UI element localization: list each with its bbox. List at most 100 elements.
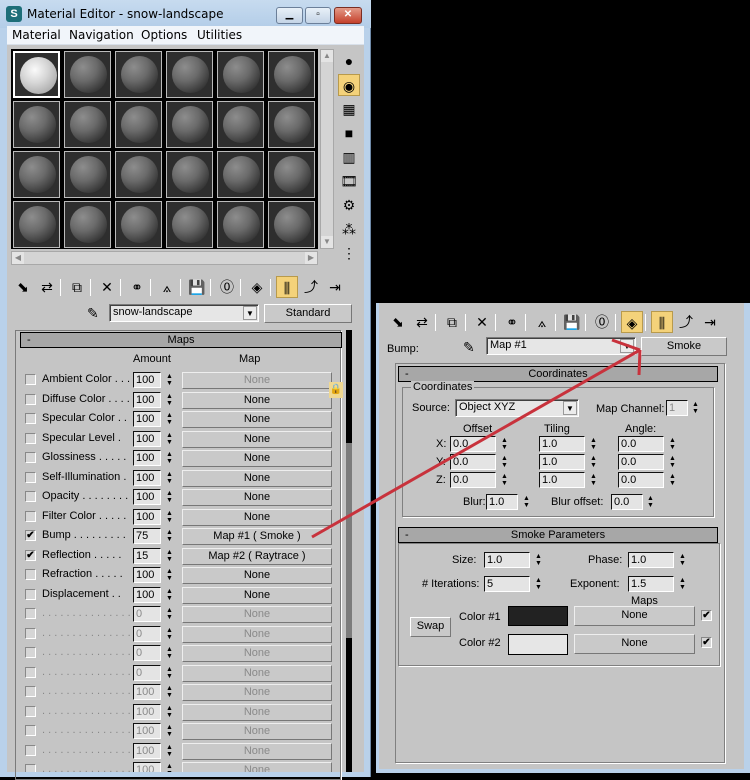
spinner-icon[interactable]: ▲ ▼ [165,763,174,772]
spinner-icon[interactable]: ▲ ▼ [165,412,174,427]
map-button[interactable]: Map #2 ( Raytrace ) [182,547,332,565]
map-enable-checkbox[interactable] [25,393,36,405]
sample-slot[interactable] [217,101,264,148]
menu-navigation[interactable]: Navigation [69,28,134,42]
close-button[interactable]: ✕ [334,7,362,24]
color1-map-button[interactable]: None [574,606,695,626]
map-button[interactable]: None [182,391,332,409]
assign-to-selection-icon[interactable]: ⧉ [66,276,88,298]
chevron-down-icon[interactable]: ▼ [243,306,257,320]
amount-field[interactable]: 100 [133,372,161,388]
sample-type-sphere-icon[interactable]: ● [338,50,360,72]
amount-field[interactable]: 0 [133,606,161,622]
sample-slot[interactable] [115,51,162,98]
spinner-icon[interactable]: ▲ ▼ [165,549,174,564]
map-enable-checkbox[interactable] [25,471,36,483]
color1-swatch[interactable] [508,606,568,626]
map-enable-checkbox[interactable]: ✔ [25,549,36,561]
video-color-check-icon[interactable]: ▥ [338,146,360,168]
spinner-icon[interactable]: ▲ ▼ [165,666,174,681]
spinner-icon[interactable]: ▲ ▼ [165,588,174,603]
map-button[interactable]: None [182,489,332,506]
sample-slot[interactable] [166,51,213,98]
amount-field[interactable]: 100 [133,508,161,525]
map-enable-checkbox[interactable] [25,705,36,717]
spinner-icon[interactable]: ▲ ▼ [522,495,531,510]
make-copy-icon[interactable]: ⚭ [501,311,523,333]
map-button[interactable]: None [182,430,332,448]
assign-to-selection-icon[interactable]: ⧉ [441,311,463,333]
eyedropper-icon[interactable]: ✎ [463,339,475,356]
sample-slot[interactable] [13,51,60,98]
map-enable-checkbox[interactable] [25,413,36,424]
map-enable-checkbox[interactable] [25,374,36,385]
sample-slot[interactable] [13,151,60,198]
map-button[interactable]: None [182,450,332,467]
spinner-icon[interactable]: ▲ ▼ [165,627,174,642]
sample-slot[interactable] [115,151,162,198]
scroll-right-icon[interactable]: ▶ [305,252,317,264]
map-button[interactable]: None [182,703,332,721]
spinner-icon[interactable]: ▲ ▼ [500,437,509,452]
map-enable-checkbox[interactable] [25,588,36,600]
amount-field[interactable]: 100 [133,430,161,447]
map-enable-checkbox[interactable]: ✔ [25,530,36,541]
sample-slot[interactable] [166,151,213,198]
spinner-icon[interactable]: ▲ ▼ [678,553,687,568]
spinner-icon[interactable]: ▲ ▼ [678,577,687,592]
map-enable-checkbox[interactable] [25,569,36,580]
smoke-rollout-header[interactable]: - Smoke Parameters [398,527,718,543]
map-enable-checkbox[interactable] [25,647,36,658]
map-type-button[interactable]: Smoke [641,337,727,356]
scroll-down-icon[interactable]: ▼ [321,236,333,248]
sample-slot[interactable] [217,151,264,198]
map-enable-checkbox[interactable] [25,491,36,502]
sample-uv-tiling-icon[interactable]: ■ [338,122,360,144]
amount-field[interactable]: 100 [133,586,161,603]
amount-field[interactable]: 100 [133,411,161,427]
sample-slot[interactable] [268,201,315,248]
color2-map-button[interactable]: None [574,634,695,654]
maps-rollout-header[interactable]: - Maps [20,332,342,348]
reset-map-icon[interactable]: ✕ [471,311,493,333]
panel-scrollbar-track[interactable] [346,330,352,772]
map-enable-checkbox[interactable] [25,686,36,697]
go-to-parent-icon[interactable]: ⤴ [300,276,322,298]
spinner-icon[interactable]: ▲ ▼ [165,432,174,447]
spinner-icon[interactable]: ▲ ▼ [165,724,174,739]
spinner-icon[interactable]: ▲ ▼ [165,490,174,505]
map-channel-field[interactable]: 1 [666,400,688,416]
sample-slot[interactable] [13,101,60,148]
spinner-icon[interactable]: ▲ ▼ [534,553,543,568]
map-button[interactable]: Map #1 ( Smoke ) [182,528,332,545]
map-enable-checkbox[interactable] [25,744,36,756]
sample-slot[interactable] [166,201,213,248]
source-combo[interactable]: Object XYZ ▼ [455,399,579,417]
sample-grid-horizontal-scrollbar[interactable]: ◀ ▶ [11,251,318,265]
map-enable-checkbox[interactable] [25,627,36,639]
map-enable-checkbox[interactable] [25,666,36,678]
amount-field[interactable]: 100 [133,762,161,772]
axis-offset-field[interactable]: 0.0 [450,472,496,488]
map-button[interactable]: None [182,664,332,682]
spinner-icon[interactable]: ▲ ▼ [165,607,174,622]
spinner-icon[interactable]: ▲ ▼ [589,473,598,488]
color2-swatch[interactable] [508,634,568,655]
scroll-up-icon[interactable]: ▲ [321,50,333,62]
blur-field[interactable]: 1.0 [486,494,518,510]
map-button[interactable]: None [182,411,332,428]
map-button[interactable]: None [182,606,332,623]
map-button[interactable]: None [182,742,332,760]
map-enable-checkbox[interactable] [25,764,36,772]
amount-field[interactable]: 100 [133,450,161,466]
get-material-icon[interactable]: ⬊ [387,311,409,333]
spinner-icon[interactable]: ▲ ▼ [500,473,509,488]
axis-angle-field[interactable]: 0.0 [618,454,664,470]
axis-angle-field[interactable]: 0.0 [618,436,664,452]
material-id-channel-icon[interactable]: ⓪ [591,311,613,333]
spinner-icon[interactable]: ▲ ▼ [165,744,174,759]
sample-slot[interactable] [217,201,264,248]
spinner-icon[interactable]: ▲ ▼ [165,393,174,408]
put-to-library-icon[interactable]: 💾 [561,311,583,333]
axis-offset-field[interactable]: 0.0 [450,454,496,470]
